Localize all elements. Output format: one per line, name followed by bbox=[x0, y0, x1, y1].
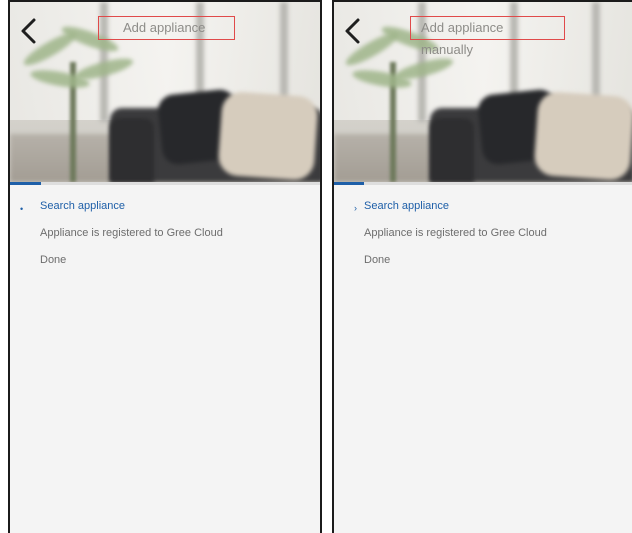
progress-fill bbox=[334, 182, 364, 185]
progress-bar bbox=[334, 182, 632, 185]
page-title: Add appliance bbox=[98, 16, 235, 40]
step-label: Appliance is registered to Gree Cloud bbox=[40, 227, 223, 239]
phone-screen-add-appliance-manually: Add appliance manually › Search applianc… bbox=[332, 0, 632, 533]
bullet-icon: › bbox=[354, 203, 357, 213]
chevron-left-icon bbox=[345, 18, 360, 44]
step-label: Done bbox=[364, 254, 391, 266]
step-registered-to-cloud: Appliance is registered to Gree Cloud bbox=[334, 225, 632, 251]
steps-list: › Search appliance Appliance is register… bbox=[334, 198, 632, 279]
step-done: Done bbox=[10, 252, 320, 278]
back-button[interactable] bbox=[340, 16, 366, 46]
step-label: Done bbox=[40, 254, 67, 266]
step-done: Done bbox=[334, 252, 632, 278]
progress-fill bbox=[10, 182, 41, 185]
phone-screen-add-appliance: Add appliance • Search appliance Applian… bbox=[8, 0, 322, 533]
back-button[interactable] bbox=[16, 16, 42, 46]
bullet-icon: • bbox=[20, 204, 24, 214]
chevron-left-icon bbox=[21, 18, 36, 44]
step-search-appliance: › Search appliance bbox=[334, 198, 632, 224]
step-label: Appliance is registered to Gree Cloud bbox=[364, 227, 547, 239]
progress-bar bbox=[10, 182, 320, 185]
page-title: Add appliance manually bbox=[410, 16, 565, 57]
step-registered-to-cloud: Appliance is registered to Gree Cloud bbox=[10, 225, 320, 251]
steps-list: • Search appliance Appliance is register… bbox=[10, 198, 320, 279]
step-label: Search appliance bbox=[364, 200, 450, 212]
step-label: Search appliance bbox=[40, 200, 126, 212]
step-search-appliance: • Search appliance bbox=[10, 198, 320, 224]
